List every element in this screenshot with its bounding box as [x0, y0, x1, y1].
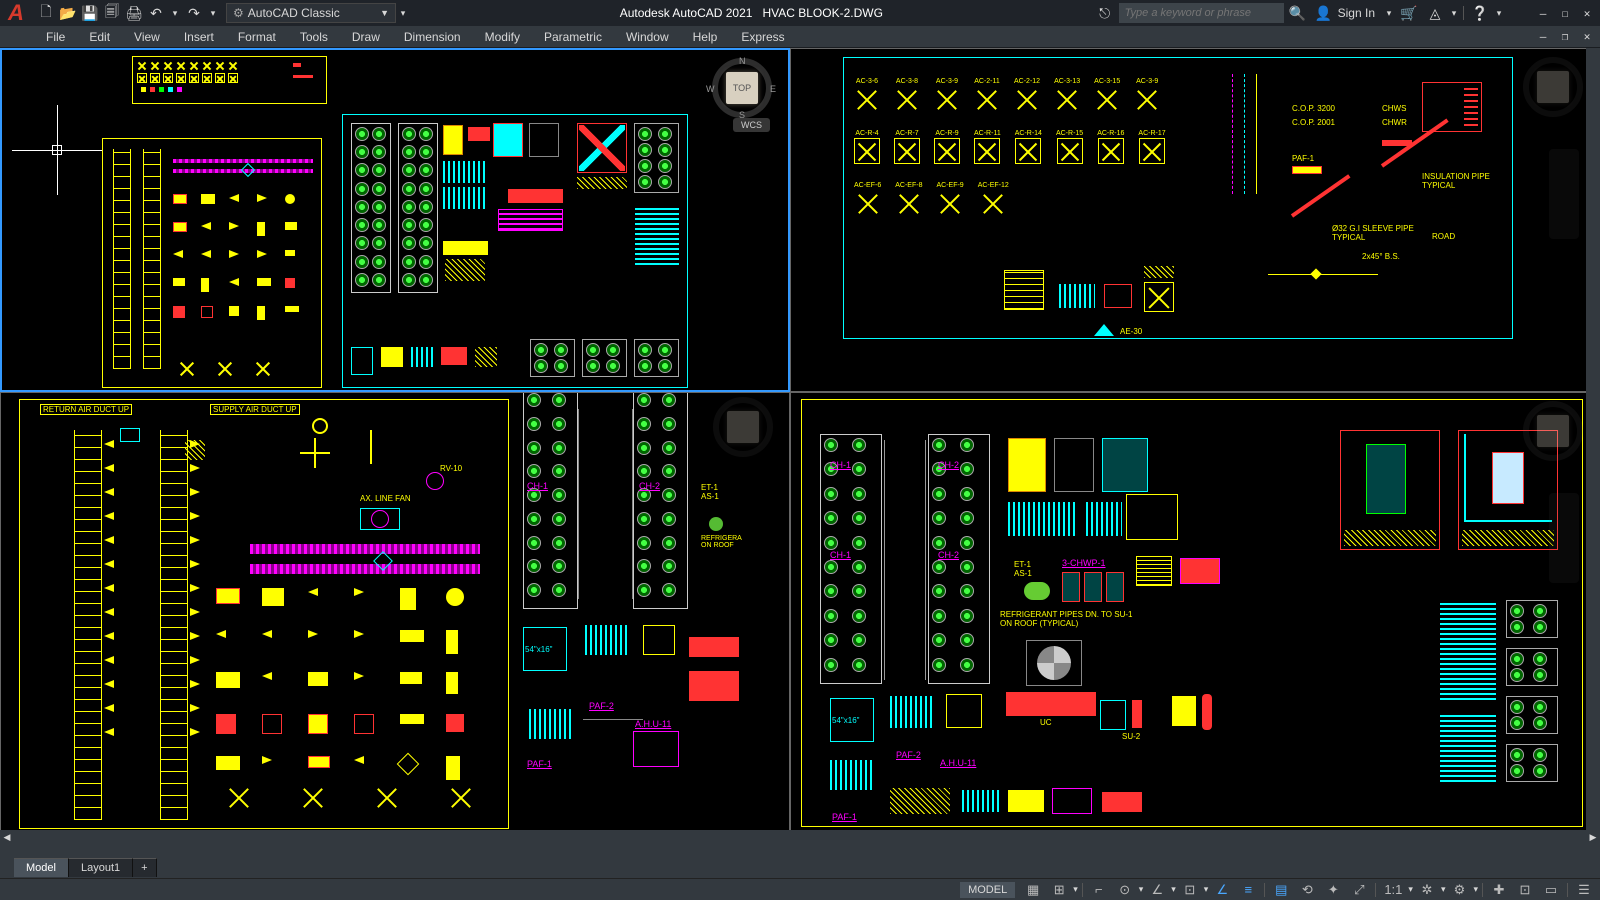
title-bar: A 🗋 📂 💾 🗐 🖨 ↶ ▾ ↷ ▾ ⚙ AutoCAD Classic ▼ …: [0, 0, 1600, 26]
quick-access-toolbar: 🗋 📂 💾 🗐 🖨 ↶ ▾ ↷ ▾: [36, 3, 220, 23]
lineweight-icon[interactable]: ≡: [1236, 880, 1260, 900]
help-dropdown-icon[interactable]: ▾: [1494, 1, 1504, 25]
annoscale-label[interactable]: 1:1: [1380, 880, 1406, 900]
scroll-left-icon[interactable]: ◀: [0, 830, 14, 844]
cycling-icon[interactable]: ⟲: [1295, 880, 1319, 900]
viewport-top-left[interactable]: TOP N S E W WCS: [0, 48, 790, 392]
signin-label[interactable]: Sign In: [1338, 6, 1375, 20]
viewcube[interactable]: [1523, 401, 1583, 461]
polar-icon[interactable]: ⊙: [1113, 880, 1137, 900]
workspace-icon[interactable]: ⚙: [1447, 880, 1471, 900]
open-icon[interactable]: 📂: [58, 3, 78, 23]
3dosnap-icon[interactable]: ✦: [1321, 880, 1345, 900]
annomon-icon[interactable]: ✚: [1487, 880, 1511, 900]
undo-dropdown-icon[interactable]: ▾: [168, 3, 182, 23]
viewport-bottom-right[interactable]: CH-1 CH-1 CH-2 CH-2: [790, 392, 1600, 844]
status-model-button[interactable]: MODEL: [960, 882, 1015, 898]
qat-customize-icon[interactable]: ▾: [396, 8, 410, 19]
doc-close-button[interactable]: ✕: [1576, 26, 1598, 48]
app-logo[interactable]: A: [2, 1, 30, 25]
app-dropdown-icon[interactable]: ▾: [1449, 1, 1459, 25]
viewport-top-right[interactable]: AC-3-6AC-3-8AC-3-9AC-2-11AC-2-12AC-3-13A…: [790, 48, 1600, 392]
print-icon[interactable]: 🖨: [124, 3, 144, 23]
search-icon[interactable]: 🔍: [1286, 1, 1310, 25]
menu-draw[interactable]: Draw: [340, 26, 392, 47]
menu-file[interactable]: File: [34, 26, 77, 47]
quickprops-icon[interactable]: ▭: [1539, 880, 1563, 900]
annovisibility-icon[interactable]: ✲: [1415, 880, 1439, 900]
scroll-right-icon[interactable]: ▶: [1586, 830, 1600, 844]
menu-modify[interactable]: Modify: [473, 26, 532, 47]
menu-view[interactable]: View: [122, 26, 172, 47]
transparency-icon[interactable]: ▤: [1269, 880, 1293, 900]
tab-layout1[interactable]: Layout1: [69, 858, 133, 877]
viewcube[interactable]: TOP N S E W: [712, 58, 772, 118]
nav-bar[interactable]: [1549, 149, 1579, 239]
scrollbar-vertical[interactable]: [1586, 48, 1600, 830]
status-bar: MODEL ▦ ⊞ ▾ ⌐ ⊙ ▾ ∠ ▾ ⊡ ▾ ∠ ≡ ▤ ⟲ ✦ ⤢ 1:…: [0, 878, 1600, 900]
menu-edit[interactable]: Edit: [77, 26, 122, 47]
ortho-icon[interactable]: ⌐: [1087, 880, 1111, 900]
minimize-button[interactable]: —: [1532, 2, 1554, 24]
units-icon[interactable]: ⊡: [1513, 880, 1537, 900]
menu-window[interactable]: Window: [614, 26, 681, 47]
search-input[interactable]: [1119, 3, 1284, 23]
maximize-button[interactable]: ☐: [1554, 2, 1576, 24]
app-icon[interactable]: ◬: [1423, 1, 1447, 25]
redo-icon[interactable]: ↷: [184, 3, 204, 23]
undo-icon[interactable]: ↶: [146, 3, 166, 23]
cart-icon[interactable]: 🛒: [1397, 1, 1421, 25]
help-icon[interactable]: ❔: [1468, 1, 1492, 25]
otrack-icon[interactable]: ∠: [1210, 880, 1234, 900]
tab-add[interactable]: +: [133, 858, 156, 877]
menu-dimension[interactable]: Dimension: [392, 26, 473, 47]
share-icon[interactable]: ⎋: [1093, 1, 1117, 25]
viewcube[interactable]: [713, 397, 773, 457]
grid-icon[interactable]: ▦: [1021, 880, 1045, 900]
gear-icon: ⚙: [233, 6, 244, 20]
viewport-bottom-left[interactable]: RETURN AIR DUCT UP SUPPLY AIR DUCT UP AX…: [0, 392, 790, 844]
new-icon[interactable]: 🗋: [36, 3, 56, 23]
menu-help[interactable]: Help: [681, 26, 730, 47]
save-icon[interactable]: 💾: [80, 3, 100, 23]
doc-restore-button[interactable]: ❐: [1554, 26, 1576, 48]
snap-icon[interactable]: ⊞: [1047, 880, 1071, 900]
menu-parametric[interactable]: Parametric: [532, 26, 614, 47]
menu-bar: File Edit View Insert Format Tools Draw …: [0, 26, 1600, 48]
drawing-area[interactable]: TOP N S E W WCS AC-3-6AC-3-8AC-3-9AC-2-1…: [0, 48, 1600, 844]
wcs-indicator[interactable]: WCS: [733, 118, 770, 132]
tab-model[interactable]: Model: [14, 858, 69, 877]
menu-insert[interactable]: Insert: [172, 26, 226, 47]
title-text: Autodesk AutoCAD 2021 HVAC BLOOK-2.DWG: [410, 6, 1093, 20]
nav-bar[interactable]: [1549, 493, 1579, 583]
doc-minimize-button[interactable]: —: [1532, 26, 1554, 48]
close-button[interactable]: ✕: [1576, 2, 1598, 24]
menu-format[interactable]: Format: [226, 26, 288, 47]
viewcube-face[interactable]: TOP: [726, 72, 758, 104]
redo-dropdown-icon[interactable]: ▾: [206, 3, 220, 23]
layout-tabs: Model Layout1 +: [0, 856, 157, 878]
isoplane-icon[interactable]: ∠: [1145, 880, 1169, 900]
signin-dropdown-icon[interactable]: ▾: [1383, 1, 1395, 25]
saveall-icon[interactable]: 🗐: [102, 3, 122, 23]
menu-express[interactable]: Express: [729, 26, 796, 47]
user-icon[interactable]: 👤: [1312, 1, 1336, 25]
scrollbar-horizontal[interactable]: ◀ ▶: [0, 830, 1600, 844]
osnap-icon[interactable]: ⊡: [1178, 880, 1202, 900]
customize-icon[interactable]: ☰: [1572, 880, 1596, 900]
dynucs-icon[interactable]: ⤢: [1347, 880, 1371, 900]
workspace-selector[interactable]: ⚙ AutoCAD Classic ▼: [226, 3, 396, 23]
chevron-down-icon: ▼: [380, 8, 389, 18]
menu-tools[interactable]: Tools: [288, 26, 340, 47]
viewcube[interactable]: [1523, 57, 1583, 117]
workspace-label: AutoCAD Classic: [248, 6, 340, 20]
